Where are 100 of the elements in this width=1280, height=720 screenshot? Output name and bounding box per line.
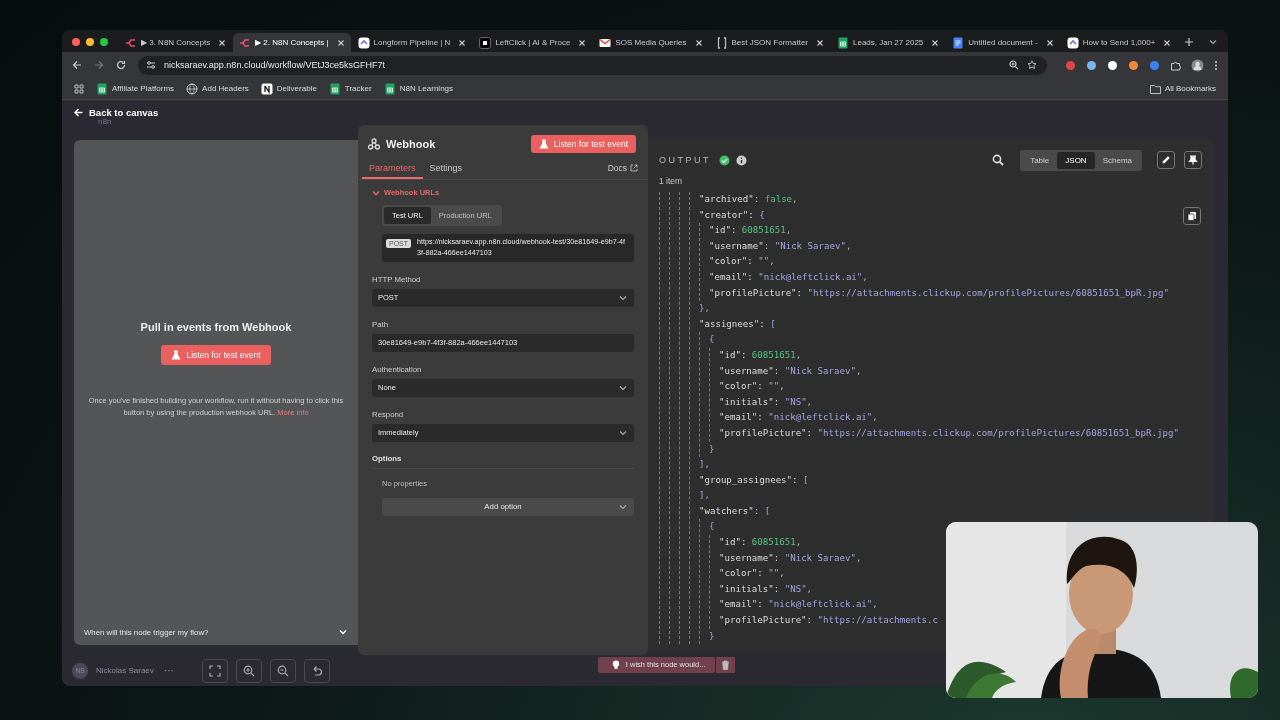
info-icon[interactable] bbox=[736, 154, 747, 166]
json-line: } bbox=[709, 442, 715, 456]
chevron-down-icon[interactable] bbox=[1208, 37, 1218, 47]
json-line: "color": "", bbox=[719, 380, 785, 394]
search-icon[interactable] bbox=[992, 154, 1005, 166]
avatar-icon[interactable] bbox=[1191, 58, 1204, 72]
bookmark[interactable]: Deliverable bbox=[260, 82, 317, 95]
browser-tab[interactable]: ▶ 3. N8N Concepts bbox=[119, 33, 233, 52]
extension-icon[interactable] bbox=[1086, 59, 1097, 71]
bookmark[interactable]: Tracker bbox=[328, 82, 372, 95]
pencil-icon bbox=[1161, 155, 1171, 165]
panel-label: OUTPUT bbox=[659, 155, 711, 165]
extension-icon[interactable] bbox=[1107, 59, 1118, 71]
json-line: "initials": "NS", bbox=[719, 582, 813, 596]
edit-button[interactable] bbox=[1157, 151, 1175, 169]
view-option[interactable]: Table bbox=[1022, 151, 1058, 169]
window-close-control[interactable] bbox=[72, 38, 80, 46]
bookmark[interactable]: N8N Learnings bbox=[383, 82, 454, 95]
chevron-down-icon[interactable] bbox=[338, 627, 348, 637]
close-icon[interactable] bbox=[816, 38, 824, 47]
browser-tab[interactable]: Longform Pipeline | N bbox=[351, 33, 473, 52]
chevron-icon bbox=[1066, 36, 1079, 49]
document-icon bbox=[952, 36, 965, 49]
flask-icon bbox=[171, 349, 182, 360]
puzzle-icon[interactable] bbox=[1170, 59, 1181, 71]
close-icon[interactable] bbox=[1045, 38, 1054, 47]
json-line: { bbox=[709, 333, 715, 347]
json-line: "archived": false, bbox=[699, 193, 798, 206]
bookmark[interactable]: Affiliate Platforms bbox=[96, 82, 175, 95]
json-line: "group_assignees": [ bbox=[699, 473, 809, 487]
item-count: 1 item bbox=[658, 175, 684, 186]
spreadsheet-icon bbox=[328, 82, 341, 95]
json-line: "profilePicture": "https://attachments.c bbox=[719, 614, 938, 628]
close-icon[interactable] bbox=[931, 38, 940, 47]
canvas-button[interactable] bbox=[235, 658, 262, 683]
panel-tab[interactable]: Settings bbox=[422, 163, 470, 179]
canvas-button[interactable] bbox=[303, 658, 330, 683]
address-bar[interactable]: nicksaraev.app.n8n.cloud/workflow/VEtJ3ce5ksGFHF7t bbox=[138, 55, 1047, 75]
window-zoom-control[interactable] bbox=[100, 38, 108, 46]
close-icon[interactable] bbox=[218, 38, 227, 47]
square-icon bbox=[479, 36, 492, 49]
json-line: "color": "", bbox=[719, 567, 785, 581]
json-line: "email": "nick@leftclick.ai", bbox=[709, 270, 868, 284]
external-link-icon bbox=[630, 164, 638, 172]
all-bookmarks-button[interactable]: All Bookmarks bbox=[1149, 83, 1216, 94]
browser-tab[interactable]: ▶ 2. N8N Concepts | bbox=[233, 33, 351, 52]
close-icon[interactable] bbox=[694, 38, 703, 47]
window-minimize-control[interactable] bbox=[86, 38, 94, 46]
browser-tab[interactable]: Best JSON Formatter bbox=[709, 33, 830, 52]
json-line: "id": 60851651, bbox=[709, 224, 792, 238]
star-icon[interactable] bbox=[1027, 60, 1037, 70]
apps-grid-icon[interactable] bbox=[74, 83, 84, 94]
pin-button[interactable] bbox=[1184, 151, 1202, 169]
view-option[interactable]: Schema bbox=[1094, 151, 1140, 169]
back-icon[interactable] bbox=[72, 60, 82, 70]
canvas-button[interactable] bbox=[201, 658, 228, 683]
json-line: "profilePicture": "https://attachments.clickup.com/profilePictures/60851651_bpR.jpg" bbox=[709, 286, 1169, 300]
close-icon[interactable] bbox=[458, 38, 467, 47]
pin-icon bbox=[1188, 155, 1198, 165]
zoom-in-icon bbox=[242, 664, 255, 677]
copy-icon bbox=[1187, 211, 1197, 221]
json-line: ], bbox=[699, 489, 710, 503]
json-line: "email": "nick@leftclick.ai", bbox=[719, 411, 878, 425]
bookmark[interactable]: Add Headers bbox=[186, 82, 249, 95]
delete-button[interactable] bbox=[716, 656, 736, 673]
flask-icon bbox=[538, 139, 549, 149]
browser-tab[interactable]: Leads, Jan 27 2025 bbox=[831, 33, 946, 52]
canvas-button[interactable] bbox=[269, 658, 296, 683]
more-options[interactable]: ··· bbox=[163, 665, 174, 676]
close-icon[interactable] bbox=[578, 38, 587, 47]
extension-icon[interactable] bbox=[1128, 59, 1139, 71]
close-icon[interactable] bbox=[336, 38, 345, 47]
zoom-icon[interactable] bbox=[1009, 60, 1019, 70]
json-line: { bbox=[709, 520, 715, 534]
browser-tab[interactable]: SOS Media Queries bbox=[593, 33, 709, 52]
plus-icon[interactable] bbox=[1184, 37, 1195, 47]
docs-link[interactable]: Docs bbox=[607, 163, 638, 179]
json-line: }, bbox=[699, 302, 710, 316]
view-option[interactable]: JSON bbox=[1057, 151, 1095, 169]
browser-tab[interactable]: How to Send 1,000+ bbox=[1060, 33, 1178, 52]
envelope-icon bbox=[599, 36, 612, 49]
json-line: "watchers": [ bbox=[699, 504, 771, 518]
trash-icon bbox=[721, 659, 731, 670]
copy-button[interactable] bbox=[1183, 207, 1201, 225]
browser-tab[interactable]: Untitled document - bbox=[946, 33, 1060, 52]
json-line: "id": 60851651, bbox=[719, 536, 802, 550]
folder-icon bbox=[1149, 83, 1161, 94]
reload-icon[interactable] bbox=[116, 60, 126, 70]
close-icon[interactable] bbox=[1163, 38, 1172, 47]
more-icon[interactable] bbox=[1214, 59, 1218, 71]
chevron-icon bbox=[357, 36, 370, 49]
json-line: } bbox=[709, 629, 715, 643]
node-title: Webhook bbox=[368, 138, 436, 150]
site-settings-icon[interactable] bbox=[146, 60, 156, 70]
back-to-canvas-link[interactable]: Back to canvas bbox=[74, 107, 159, 118]
panel-tab[interactable]: Parameters bbox=[362, 163, 423, 179]
json-line: ], bbox=[699, 458, 710, 472]
fit-view-icon bbox=[208, 664, 221, 677]
json-line: "id": 60851651, bbox=[719, 348, 802, 362]
browser-tab[interactable]: LeftClick | AI & Proce bbox=[473, 33, 593, 52]
